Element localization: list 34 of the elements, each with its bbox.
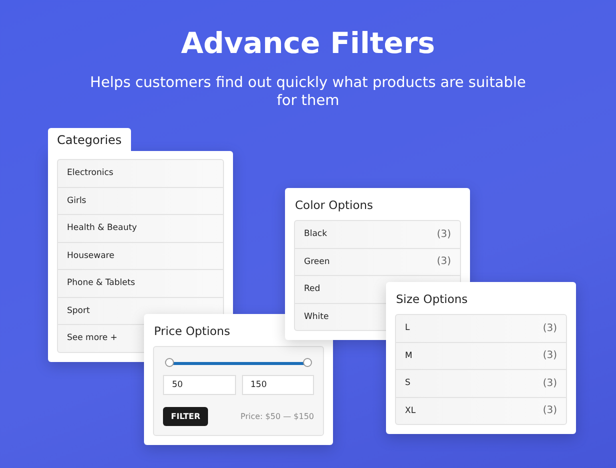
item-count: (3) bbox=[542, 350, 557, 362]
option-item[interactable]: Black bbox=[304, 229, 327, 240]
slider-handle[interactable] bbox=[303, 358, 312, 367]
option-item[interactable]: S bbox=[405, 378, 410, 388]
item-count: (3) bbox=[436, 256, 451, 268]
price-slider[interactable] bbox=[165, 357, 312, 369]
page-heading: Advance Filters bbox=[180, 26, 436, 60]
panel-title: Size Options bbox=[395, 291, 469, 308]
option-item[interactable]: M bbox=[405, 350, 412, 361]
panel-title: Price Options bbox=[153, 323, 232, 340]
option-item[interactable]: White bbox=[304, 312, 329, 322]
option-item[interactable]: See more + bbox=[67, 333, 118, 344]
slider-handle[interactable] bbox=[165, 358, 174, 367]
option-item[interactable]: Houseware bbox=[67, 250, 114, 261]
option-item[interactable]: Girls bbox=[67, 196, 86, 206]
filter-button[interactable]: FILTER bbox=[163, 407, 208, 426]
option-item[interactable]: Health & Beauty bbox=[67, 223, 137, 234]
price-field[interactable]: 150 bbox=[242, 375, 314, 395]
price-range: Price: $50 — $150 bbox=[240, 412, 314, 421]
option-item[interactable]: Green bbox=[304, 256, 330, 267]
option-item[interactable]: XL bbox=[405, 406, 416, 416]
option-item[interactable]: L bbox=[405, 323, 410, 334]
option-item[interactable]: Sport bbox=[67, 306, 90, 316]
option-item[interactable]: Phone & Tablets bbox=[67, 278, 136, 288]
item-count: (3) bbox=[436, 228, 451, 240]
item-count: (3) bbox=[542, 322, 557, 334]
option-item[interactable]: Red bbox=[304, 284, 320, 294]
panel-title: Categories bbox=[48, 128, 131, 151]
option-item[interactable]: Electronics bbox=[67, 168, 114, 178]
panel-title: Color Options bbox=[294, 197, 374, 214]
item-count: (3) bbox=[542, 378, 557, 389]
item-count: (3) bbox=[542, 405, 557, 416]
price-field[interactable]: 50 bbox=[163, 375, 236, 395]
page-subheading: Helps customers find out quickly what products are suitable for them bbox=[89, 74, 527, 110]
